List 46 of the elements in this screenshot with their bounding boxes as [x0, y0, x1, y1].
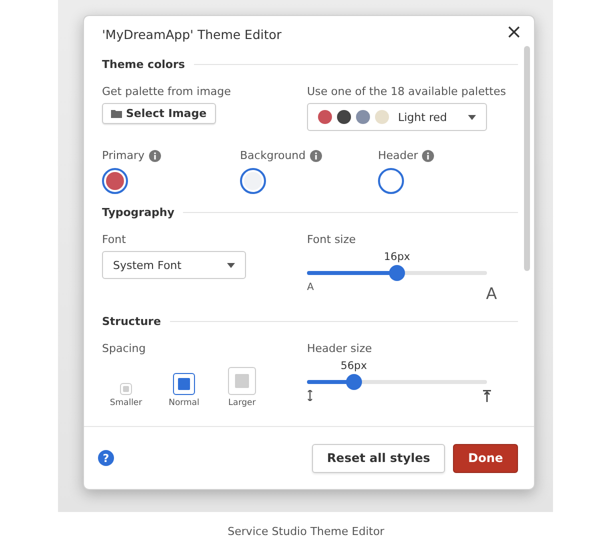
done-button[interactable]: Done [453, 444, 518, 472]
field-label: Get palette from image [102, 85, 232, 98]
field-label: Background [240, 149, 306, 162]
small-height-icon [307, 390, 313, 401]
color-picker[interactable] [240, 168, 266, 194]
font-dropdown[interactable]: System Font [102, 251, 246, 279]
slider-thumb[interactable] [346, 374, 362, 390]
info-icon [310, 150, 322, 162]
reset-button[interactable]: Reset all styles [312, 444, 446, 472]
option-label: Smaller [110, 398, 142, 408]
section-heading: Structure [102, 315, 161, 328]
field-label: Spacing [102, 342, 147, 355]
info-icon [422, 150, 434, 162]
slider-track[interactable] [307, 374, 487, 390]
info-icon [148, 150, 161, 162]
select-image-button[interactable]: Select Image [102, 103, 216, 124]
folder-icon [111, 109, 122, 118]
slider-value: 16px [382, 251, 412, 265]
option-label: Larger [228, 398, 256, 408]
field-label: Header size [307, 342, 373, 355]
field-label: Use one of the 18 available palettes [307, 85, 507, 98]
scrollbar[interactable] [524, 46, 530, 271]
color-picker[interactable] [378, 168, 404, 194]
palette-dropdown[interactable]: Light red [307, 103, 487, 131]
small-text-label: A [307, 282, 314, 293]
field-label: Primary [102, 149, 145, 162]
caret-icon [227, 262, 235, 268]
field-label: Font size [307, 233, 357, 246]
section-heading: Typography [102, 206, 174, 219]
section-heading: Theme colors [102, 58, 185, 71]
spacing-option[interactable] [173, 373, 195, 395]
slider-value: 56px [340, 360, 368, 374]
slider-track[interactable] [307, 265, 487, 281]
help-icon[interactable]: ? [98, 450, 114, 466]
slider-thumb[interactable] [389, 265, 405, 281]
caret-icon [468, 114, 476, 120]
field-label: Font [102, 233, 127, 246]
close-button[interactable] [506, 24, 522, 40]
dialog-title: 'MyDreamApp' Theme Editor [102, 27, 282, 42]
field-label: Header [378, 149, 418, 162]
large-height-icon [483, 390, 491, 402]
color-picker[interactable] [102, 168, 128, 194]
option-label: Normal [168, 398, 200, 408]
figure-caption: Service Studio Theme Editor [226, 525, 386, 538]
large-text-label: A [486, 284, 497, 303]
close-icon [508, 26, 520, 38]
